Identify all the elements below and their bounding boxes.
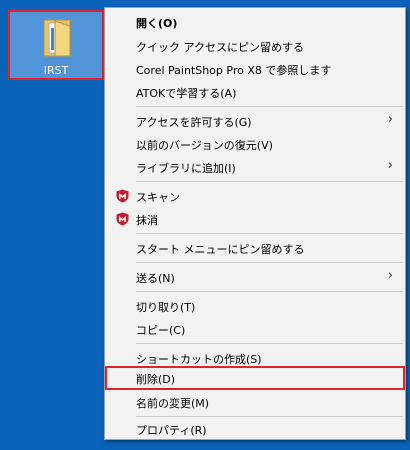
menu-item-label: 切り取り(T) (136, 301, 196, 314)
submenu-arrow-icon: › (387, 268, 393, 283)
menu-separator (136, 233, 403, 234)
menu-item-cut[interactable]: 切り取り(T) (105, 295, 405, 317)
submenu-arrow-icon: › (387, 158, 393, 173)
menu-item-label: コピー(C) (136, 324, 186, 337)
menu-item-give-access[interactable]: アクセスを許可する(G) › (105, 110, 405, 132)
menu-item-atok-learn[interactable]: ATOKで学習する(A) (105, 81, 405, 103)
menu-separator (136, 291, 403, 292)
menu-separator (136, 181, 403, 182)
menu-item-shred[interactable]: 抹消 (105, 208, 405, 230)
menu-item-label: ATOKで学習する(A) (136, 87, 237, 100)
menu-item-label: 送る(N) (136, 272, 175, 285)
menu-item-label: アクセスを許可する(G) (136, 116, 252, 129)
menu-item-label: 削除(D) (136, 373, 176, 386)
menu-separator (136, 106, 403, 107)
menu-item-rename[interactable]: 名前の変更(M) (105, 391, 405, 413)
menu-item-label: 抹消 (136, 214, 158, 227)
mcafee-shield-icon (116, 189, 129, 203)
mcafee-shield-icon (116, 212, 129, 226)
menu-item-label: クイック アクセスにピン留めする (136, 41, 304, 54)
menu-item-properties[interactable]: プロパティ(R) (105, 418, 405, 440)
menu-item-pin-quick-access[interactable]: クイック アクセスにピン留めする (105, 35, 405, 57)
menu-item-label: スタート メニューにピン留めする (136, 243, 305, 256)
menu-item-restore-versions[interactable]: 以前のバージョンの復元(V) (105, 133, 405, 155)
menu-item-label: プロパティ(R) (136, 424, 207, 437)
menu-separator (136, 416, 403, 417)
menu-item-scan[interactable]: スキャン (105, 185, 405, 207)
menu-item-pin-start[interactable]: スタート メニューにピン留めする (105, 237, 405, 259)
menu-separator (136, 262, 403, 263)
menu-item-label: Corel PaintShop Pro X8 で参照します (136, 64, 332, 77)
menu-item-open[interactable]: 開く(O) (105, 11, 405, 33)
menu-item-send-to[interactable]: 送る(N) › (105, 266, 405, 288)
menu-item-corel-browse[interactable]: Corel PaintShop Pro X8 で参照します (105, 58, 405, 80)
submenu-arrow-icon: › (387, 112, 393, 127)
folder-icon (43, 19, 71, 57)
menu-item-label: スキャン (136, 191, 180, 204)
menu-item-copy[interactable]: コピー(C) (105, 318, 405, 340)
context-menu: 開く(O) クイック アクセスにピン留めする Corel PaintShop P… (104, 7, 406, 440)
desktop-folder-irst[interactable]: IRST (8, 10, 104, 80)
menu-item-label: ショートカットの作成(S) (136, 353, 262, 366)
menu-item-label: 名前の変更(M) (136, 397, 210, 410)
folder-label: IRST (43, 64, 69, 77)
menu-item-label: 開く(O) (136, 17, 178, 30)
menu-separator (136, 343, 403, 344)
menu-item-delete[interactable]: 削除(D) (105, 366, 405, 390)
menu-item-label: ライブラリに追加(I) (136, 162, 236, 175)
menu-item-include-library[interactable]: ライブラリに追加(I) › (105, 156, 405, 178)
menu-item-label: 以前のバージョンの復元(V) (136, 139, 273, 152)
